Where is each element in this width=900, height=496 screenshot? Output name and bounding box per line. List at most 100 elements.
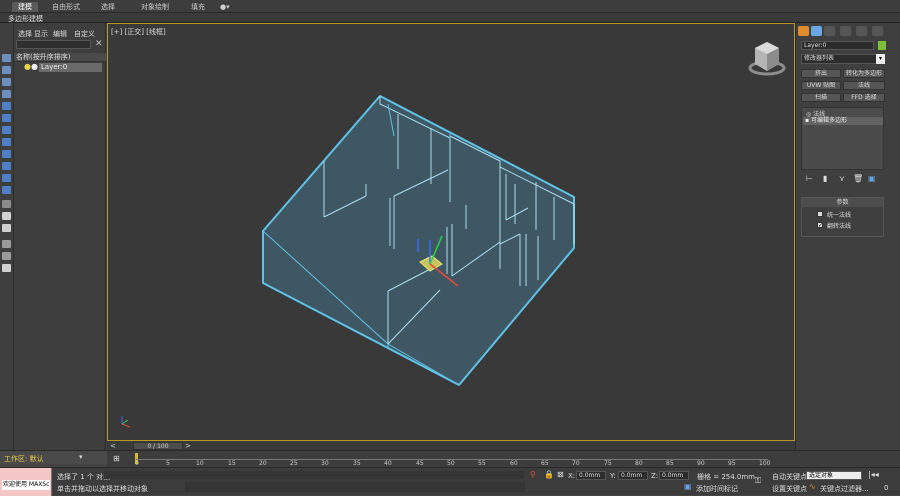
workspace-bar[interactable]: 工作区: 默认 ▾ xyxy=(0,450,107,464)
tick-label: 15 xyxy=(228,460,236,467)
command-panel: Layer:0 修改器列表 ▾ 挤出 转化为多边形 UVW 贴图 法线 扫描 F… xyxy=(795,23,900,450)
selected-object-dropdown[interactable]: 选定对象 xyxy=(806,471,862,480)
pin-stack-icon[interactable]: ⊢ xyxy=(806,175,813,183)
ribbon-tab-modeling[interactable]: 建模 xyxy=(12,2,38,12)
freeze-icon[interactable]: ● xyxy=(31,63,38,71)
layer-filter-icon[interactable] xyxy=(2,186,11,194)
create-tab-icon[interactable] xyxy=(798,26,809,36)
configure-sets-icon[interactable]: ▣ xyxy=(868,175,876,183)
workspace-label[interactable]: 工作区: 默认 xyxy=(4,454,44,464)
hidden-filter-icon[interactable] xyxy=(2,224,11,232)
current-frame[interactable]: 0 xyxy=(884,484,888,492)
object-color-swatch[interactable] xyxy=(878,41,886,50)
timeline[interactable]: ⊞ 0 5 10 15 20 25 30 35 40 45 50 55 60 6… xyxy=(107,450,900,467)
chevron-down-icon[interactable]: ▾ xyxy=(876,54,885,64)
container-filter-icon[interactable] xyxy=(2,200,11,208)
object-name-field[interactable]: Layer:0 xyxy=(801,41,874,50)
time-tag-icon[interactable]: ▣ xyxy=(684,483,692,491)
display-tab-icon[interactable] xyxy=(856,26,867,36)
scene-menu-edit[interactable]: 编辑 xyxy=(53,29,67,39)
key-filters-button[interactable]: 关键点过滤器... xyxy=(820,484,869,494)
ribbon-tab-freeform[interactable]: 自由形式 xyxy=(52,2,80,12)
unify-normals-checkbox[interactable] xyxy=(817,211,823,217)
ribbon-tab-object-paint[interactable]: 对象绘制 xyxy=(141,2,169,12)
status-bar: 欢迎使用 MAXSc 选择了 1 个 对象 单击并拖动以选择并移动对象 ⚲ 🔒 … xyxy=(0,467,900,496)
tick-label: 35 xyxy=(353,460,361,467)
scene-search-input[interactable] xyxy=(16,40,91,49)
light-filter-icon[interactable] xyxy=(2,102,11,110)
z-coord-field[interactable]: 0.0mm xyxy=(659,471,689,480)
add-time-tag[interactable]: 添加时间标记 xyxy=(696,484,738,494)
slider-prev-icon[interactable]: < xyxy=(110,442,116,450)
bulb-icon[interactable]: ● xyxy=(24,63,31,71)
status-prompt: 单击并拖动以选择并移动对象 xyxy=(57,485,148,493)
flip-normals-label: 翻转法线 xyxy=(827,223,852,230)
find-tool-icon[interactable] xyxy=(2,240,11,248)
list-tool-icon[interactable] xyxy=(2,264,11,272)
scene-menu-select[interactable]: 选择 xyxy=(18,29,32,39)
viewcube-icon[interactable] xyxy=(748,42,786,76)
lock-icon[interactable]: 🔒 xyxy=(544,471,554,479)
modifier-list-dropdown[interactable]: 修改器列表 xyxy=(801,54,881,64)
frozen-filter-icon[interactable] xyxy=(2,212,11,220)
playback-controls-icon[interactable]: |◂◂ xyxy=(868,471,879,479)
sort-tool-icon[interactable] xyxy=(2,252,11,260)
extrude-button[interactable]: 挤出 xyxy=(801,69,841,78)
select-tool-icon[interactable] xyxy=(2,54,11,62)
modify-tab-icon[interactable] xyxy=(811,26,822,36)
make-unique-icon[interactable]: ⋎ xyxy=(839,175,845,183)
xref-filter-icon[interactable] xyxy=(2,162,11,170)
group-filter-icon[interactable] xyxy=(2,150,11,158)
hierarchy-tab-icon[interactable] xyxy=(824,26,835,36)
close-icon[interactable]: ✕ xyxy=(95,39,103,49)
geometry-filter-icon[interactable] xyxy=(2,78,11,86)
bone-filter-icon[interactable] xyxy=(2,174,11,182)
modifier-stack[interactable]: ◎ 法线 ▪ 可编辑多边形 xyxy=(801,107,884,170)
viewport[interactable]: [+] [正交] [线框] xyxy=(107,23,795,441)
stack-item-editable-poly[interactable]: ▪ 可编辑多边形 xyxy=(803,117,883,125)
uvw-map-button[interactable]: UVW 贴图 xyxy=(801,81,841,90)
grid-size: 栅格 = 254.0mm xyxy=(697,473,755,481)
normal-button[interactable]: 法线 xyxy=(843,81,885,90)
chevron-down-icon[interactable]: ▾ xyxy=(79,453,83,461)
tick-label: 45 xyxy=(416,460,424,467)
x-coord-label: X: xyxy=(568,472,576,480)
relative-mode-icon[interactable]: ⊠ xyxy=(557,471,564,479)
helper-filter-icon[interactable] xyxy=(2,126,11,134)
shape-filter-icon[interactable] xyxy=(2,90,11,98)
slider-next-icon[interactable]: > xyxy=(185,442,191,450)
motion-tab-icon[interactable] xyxy=(840,26,851,36)
utilities-tab-icon[interactable] xyxy=(872,26,883,36)
time-slider-thumb[interactable]: 0 / 100 xyxy=(133,442,183,450)
maxscript-listener[interactable]: 欢迎使用 MAXSc xyxy=(0,468,52,496)
isolate-icon[interactable]: ⚲ xyxy=(530,471,536,479)
scene-row[interactable]: ● ● Layer:0 xyxy=(14,63,102,72)
convert-to-poly-button[interactable]: 转化为多边形 xyxy=(843,69,885,78)
y-coord-field[interactable]: 0.0mm xyxy=(618,471,648,480)
show-end-result-icon[interactable]: ▮ xyxy=(823,175,827,183)
ribbon-options-icon[interactable]: ●▾ xyxy=(220,2,230,12)
ffd-select-button[interactable]: FFD 选择 xyxy=(843,93,885,102)
curve-editor-icon[interactable]: ⊞ xyxy=(113,455,120,463)
auto-key-button[interactable]: 自动关键点 xyxy=(772,472,807,482)
left-tool-strip xyxy=(0,23,14,450)
spacewarp-filter-icon[interactable] xyxy=(2,138,11,146)
maxscript-input[interactable]: 欢迎使用 MAXSc xyxy=(2,480,50,490)
display-tool-icon[interactable] xyxy=(2,66,11,74)
set-key-button[interactable]: 设置关键点 xyxy=(772,484,807,494)
x-coord-field[interactable]: 0.0mm xyxy=(576,471,606,480)
sweep-button[interactable]: 扫描 xyxy=(801,93,841,102)
flip-normals-checkbox[interactable]: ✓ xyxy=(817,222,823,229)
scene-column-header[interactable]: 名称(按升序排序) xyxy=(14,53,106,62)
ribbon-tab-populate[interactable]: 填充 xyxy=(191,2,205,12)
remove-modifier-icon[interactable]: 🗑 xyxy=(853,175,863,183)
key-filter-icon[interactable]: ∿ xyxy=(809,483,816,491)
key-icon[interactable]: ⚿ xyxy=(755,477,761,485)
camera-filter-icon[interactable] xyxy=(2,114,11,122)
tick-label: 5 xyxy=(166,460,170,467)
tick-label: 65 xyxy=(541,460,549,467)
scene-menu-customize[interactable]: 自定义 xyxy=(74,29,95,39)
rollout-title[interactable]: 参数 xyxy=(802,198,883,207)
ribbon-tab-selection[interactable]: 选择 xyxy=(101,2,115,12)
scene-menu-display[interactable]: 显示 xyxy=(34,29,48,39)
